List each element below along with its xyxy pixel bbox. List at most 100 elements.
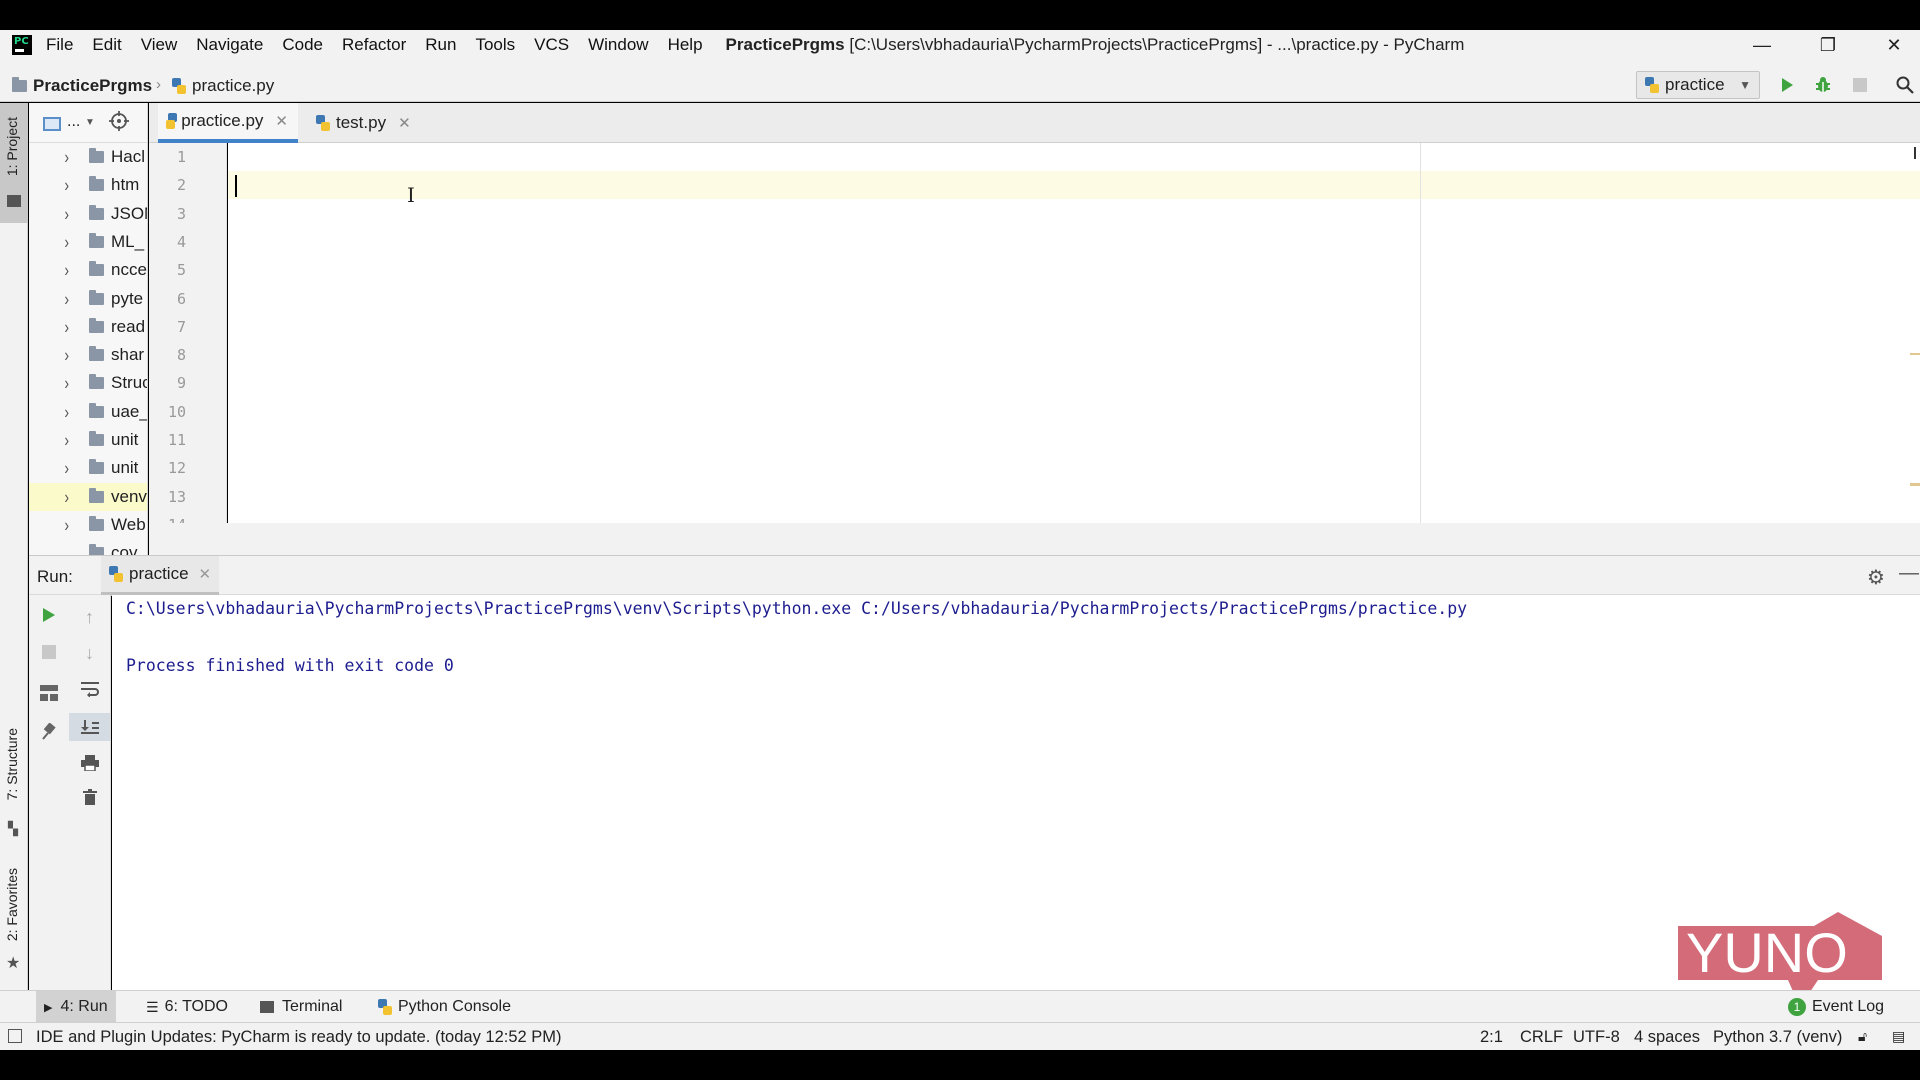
tool-run-button[interactable]: ▶ 4: Run [36,991,116,1023]
close-tab-icon[interactable]: ✕ [398,114,411,132]
run-configuration-select[interactable]: practice ▼ [1636,71,1760,99]
menu-edit[interactable]: Edit [92,35,121,55]
tool-event-log-button[interactable]: 1 Event Log [1780,991,1892,1023]
chevron-right-icon[interactable]: › [29,430,69,451]
status-line-separator[interactable]: CRLF [1520,1028,1563,1047]
arrow-up-icon[interactable]: ↑ [69,607,110,628]
scroll-to-end-icon[interactable] [69,713,110,741]
chevron-right-icon[interactable]: › [29,231,69,252]
tab-test-py[interactable]: test.py ✕ [306,103,426,143]
status-message[interactable]: IDE and Plugin Updates: PyCharm is ready… [36,1028,562,1047]
restore-button[interactable]: ❐ [1806,30,1850,60]
project-view-icon[interactable] [43,117,61,131]
project-tree-item[interactable]: cov [29,539,137,555]
tool-python-console-button[interactable]: Python Console [370,991,519,1023]
project-tree-item-label: ncce [111,260,147,280]
project-tree-item[interactable]: › read [29,313,145,341]
tab-practice-py[interactable]: practice.py ✕ [158,103,298,143]
project-tree-item[interactable]: › shar [29,341,144,369]
chevron-right-icon[interactable]: › [29,203,69,224]
menu-run[interactable]: Run [425,35,456,55]
chevron-right-icon[interactable]: › [29,316,69,337]
project-tree-item[interactable]: › Web [29,511,145,539]
project-tree-item[interactable]: › ML_ [29,228,144,256]
editor-scrollbar[interactable] [1910,143,1920,523]
chevron-right-icon[interactable]: › [29,401,69,422]
project-tree-item[interactable]: › unit [29,454,138,482]
run-console-output[interactable]: C:\Users\vbhadauria\PycharmProjects\Prac… [112,595,1920,990]
chevron-right-icon[interactable]: › [29,486,69,507]
project-tree-item[interactable]: › unit [29,426,138,454]
menu-navigate[interactable]: Navigate [196,35,263,55]
close-tab-icon[interactable]: ✕ [275,112,288,130]
chevron-right-icon[interactable]: › [29,373,69,394]
project-tree-item[interactable]: › venv [29,482,147,511]
project-folder-icon [7,195,21,207]
code-editor[interactable]: I [228,143,1920,523]
status-encoding[interactable]: UTF-8 [1573,1028,1620,1047]
chevron-right-icon[interactable]: › [29,175,69,196]
minimize-button[interactable]: — [1740,30,1784,60]
memory-indicator-icon[interactable]: ▤ [1892,1028,1905,1045]
arrow-down-icon[interactable]: ↓ [69,643,110,664]
project-tree-item[interactable]: › pyte [29,285,143,313]
tool-terminal-button[interactable]: Terminal [252,991,350,1023]
run-tab-practice[interactable]: practice ✕ [101,556,220,596]
chevron-right-icon[interactable]: › [29,458,69,479]
project-tree-item[interactable]: › Struc [29,369,147,397]
close-window-button[interactable]: ✕ [1872,30,1916,60]
menu-refactor[interactable]: Refactor [342,35,406,55]
run-icon[interactable] [1778,76,1796,94]
menu-file[interactable]: File [46,35,73,55]
line-number: 2 [176,176,186,195]
breadcrumb-file[interactable]: practice.py [172,76,274,96]
status-caret-position[interactable]: 2:1 [1480,1028,1503,1047]
status-indent[interactable]: 4 spaces [1634,1028,1700,1047]
search-icon[interactable] [1896,76,1914,94]
folder-icon [89,431,104,446]
rerun-icon[interactable] [29,607,69,623]
chevron-right-icon[interactable]: › [29,345,69,366]
project-tree-item[interactable]: › htm [29,171,139,199]
locate-target-icon[interactable] [109,111,129,136]
print-icon[interactable] [69,755,110,771]
project-tree-item[interactable]: › JSON [29,200,147,228]
settings-gear-icon[interactable]: ⚙ [1867,565,1885,590]
project-tree-item[interactable]: › uae_ [29,398,147,426]
layout-icon[interactable] [29,685,69,701]
structure-tool-tab[interactable]: 7: Structure [4,728,20,800]
status-interpreter[interactable]: Python 3.7 (venv) [1713,1028,1842,1047]
pin-icon[interactable] [29,723,69,741]
chevron-right-icon[interactable]: › [29,147,69,168]
project-tree-item[interactable]: › Hacl [29,143,145,171]
stop-icon[interactable] [1851,76,1869,94]
menu-vcs[interactable]: VCS [534,35,569,55]
menu-help[interactable]: Help [668,35,703,55]
favorites-tool-tab[interactable]: 2: Favorites [4,868,20,941]
tool-todo-button[interactable]: ☰ 6: TODO [138,991,236,1023]
chevron-right-icon[interactable]: › [29,514,69,535]
soft-wrap-icon[interactable] [69,681,110,697]
project-view-dropdown[interactable]: ... [67,113,80,131]
project-tree-item[interactable]: › ncce [29,256,147,284]
close-tab-icon[interactable]: ✕ [199,565,212,583]
menu-tools[interactable]: Tools [475,35,515,55]
dropdown-caret-icon: ▼ [85,117,95,128]
line-number: 12 [167,459,186,478]
project-tool-tab[interactable]: 1: Project [0,103,28,223]
trash-icon[interactable] [69,789,110,805]
menu-view[interactable]: View [141,35,178,55]
menu-code[interactable]: Code [282,35,323,55]
chevron-right-icon[interactable]: › [29,288,69,309]
chevron-right-icon[interactable]: › [29,260,69,281]
tool-windows-toggle-icon[interactable] [8,1029,22,1043]
project-tree-item-label: venv [111,486,147,506]
debug-icon[interactable] [1814,76,1832,94]
line-number: 8 [176,346,186,365]
hide-panel-icon[interactable]: — [1899,562,1919,585]
menu-window[interactable]: Window [588,35,648,55]
lock-icon[interactable]: 🔓︎ [1858,1028,1867,1045]
breadcrumb-project[interactable]: PracticePrgms [12,76,152,96]
inspection-status-icon [1914,147,1916,159]
stop-run-icon[interactable] [29,645,69,659]
